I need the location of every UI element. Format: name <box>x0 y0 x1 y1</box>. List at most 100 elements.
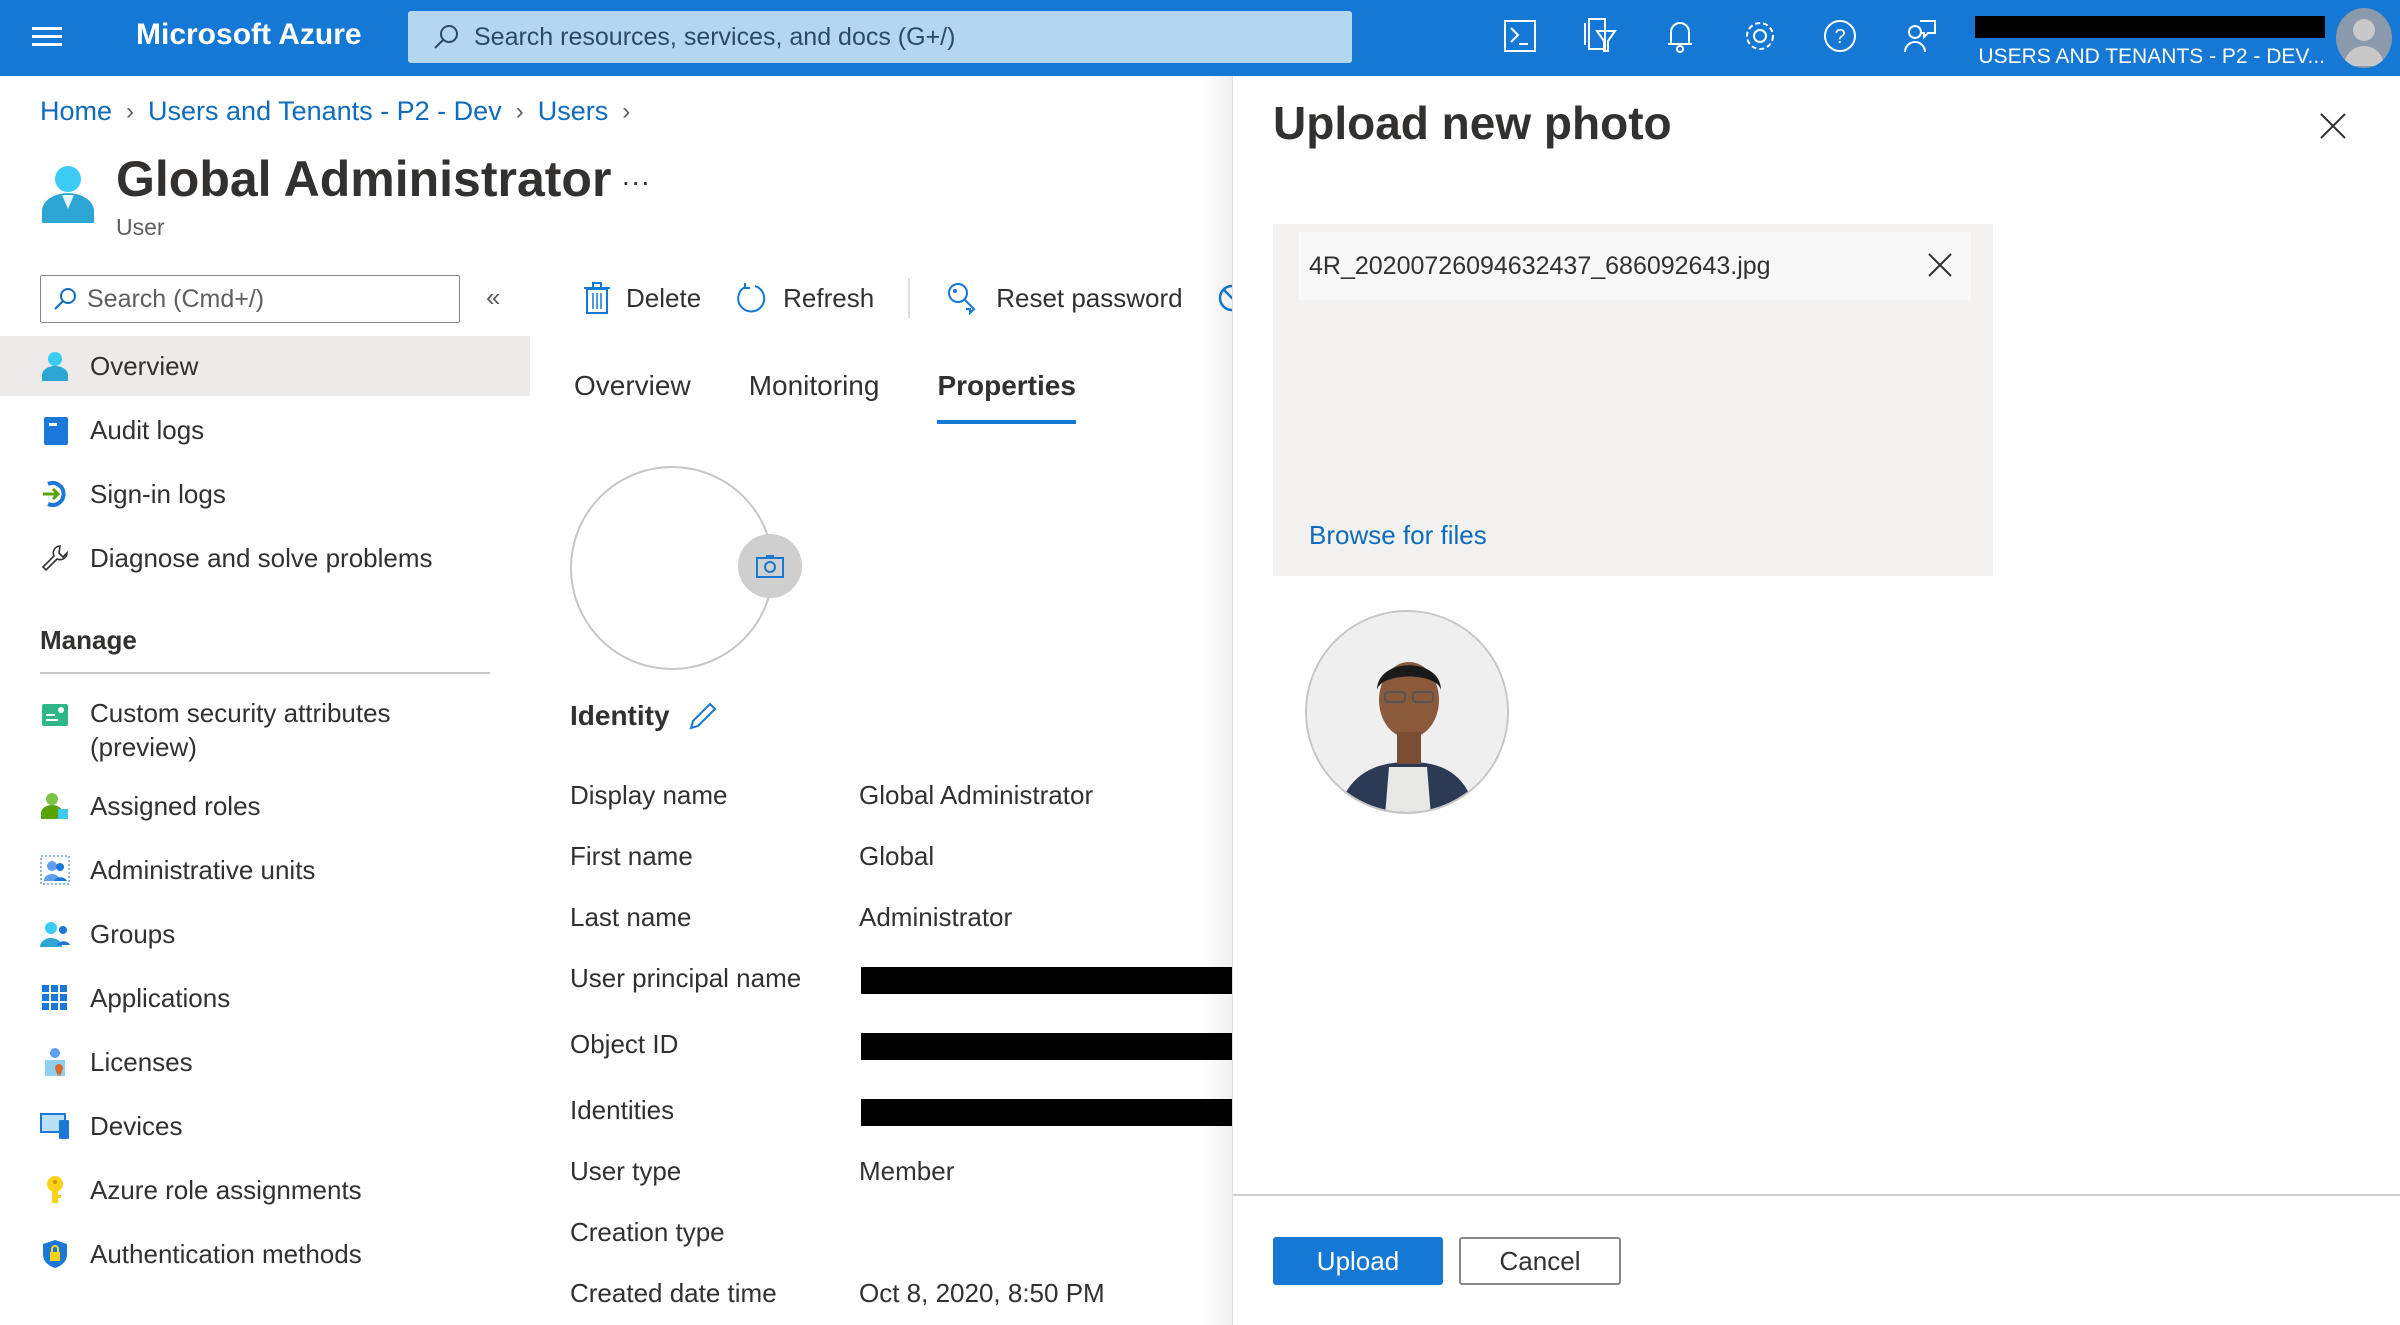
close-icon[interactable] <box>2315 108 2351 144</box>
page-title: Global Administrator <box>116 151 612 207</box>
feedback-icon[interactable] <box>1900 16 1940 56</box>
wrench-icon <box>41 545 68 572</box>
nav-item-licenses[interactable]: Licenses <box>0 1032 530 1092</box>
panel-shadow <box>1200 76 1232 1325</box>
groups-icon <box>40 922 70 947</box>
nav-item-overview[interactable]: Overview <box>0 336 530 396</box>
nav-item-groups[interactable]: Groups <box>0 904 530 964</box>
tab-properties[interactable]: Properties <box>937 370 1076 424</box>
search-icon <box>434 25 458 49</box>
property-label: First name <box>570 841 693 871</box>
upload-photo-panel: Upload new photo 4R_20200726094632437_68… <box>1232 76 2400 1325</box>
panel-title: Upload new photo <box>1273 97 1672 149</box>
photo-preview <box>1305 610 1509 814</box>
top-bar: Microsoft Azure ? USERS AND TENANTS - P2… <box>0 0 2400 76</box>
refresh-label: Refresh <box>783 282 875 313</box>
redacted-value <box>861 1099 1241 1126</box>
person-photo <box>1307 612 1507 812</box>
global-search-input[interactable] <box>474 22 1334 52</box>
property-row: Identities <box>570 1095 1241 1135</box>
toolbar-divider <box>908 278 911 318</box>
property-row: User principal name <box>570 963 1241 1003</box>
command-bar: Delete Refresh Reset password <box>584 275 1297 321</box>
nav-item-assigned-roles[interactable]: Assigned roles <box>0 776 530 836</box>
more-options-button[interactable]: ... <box>622 160 651 192</box>
property-label: Created date time <box>570 1278 777 1308</box>
menu-search[interactable] <box>40 275 460 323</box>
menu-icon[interactable] <box>32 22 62 52</box>
global-search[interactable] <box>408 11 1352 63</box>
property-row: Last name Administrator <box>570 902 1240 942</box>
reset-password-button[interactable]: Reset password <box>946 281 1183 315</box>
property-label: Display name <box>570 780 728 810</box>
nav-item-label: Overview <box>90 350 199 381</box>
property-value: Member <box>859 1156 955 1186</box>
nav-item-label: Diagnose and solve problems <box>90 542 433 573</box>
nav-item-administrative-units[interactable]: Administrative units <box>0 840 530 900</box>
applications-icon <box>42 985 67 1010</box>
nav-item-diagnose[interactable]: Diagnose and solve problems <box>0 528 530 588</box>
page-subtitle: User <box>116 214 165 240</box>
upload-button[interactable]: Upload <box>1273 1237 1443 1285</box>
licenses-icon <box>45 1048 65 1077</box>
chevron-right-icon: › <box>126 97 135 125</box>
collapse-menu-icon[interactable]: « <box>486 282 500 313</box>
cancel-button[interactable]: Cancel <box>1459 1237 1621 1285</box>
search-icon <box>54 288 76 310</box>
resource-menu: « Overview Audit logs Sign-in logs Diagn… <box>0 270 530 1325</box>
administrative-units-icon <box>40 855 70 885</box>
tab-overview[interactable]: Overview <box>574 370 691 424</box>
footer-divider <box>1233 1194 2400 1196</box>
nav-section-manage: Manage <box>40 625 137 655</box>
menu-search-input[interactable] <box>87 284 457 314</box>
identity-title: Identity <box>570 700 670 731</box>
property-row: Created date time Oct 8, 2020, 8:50 PM <box>570 1278 1240 1318</box>
chevron-right-icon: › <box>622 97 631 125</box>
nav-item-label-preview: (preview) <box>90 732 197 762</box>
account-menu[interactable]: USERS AND TENANTS - P2 - DEV... <box>1975 10 2325 70</box>
remove-file-icon[interactable] <box>1925 250 1955 280</box>
nav-item-devices[interactable]: Devices <box>0 1096 530 1156</box>
property-row: User type Member <box>570 1156 1240 1196</box>
delete-button[interactable]: Delete <box>584 282 701 314</box>
nav-item-sign-in-logs[interactable]: Sign-in logs <box>0 464 530 524</box>
nav-item-label: Authentication methods <box>90 1238 362 1269</box>
nav-item-azure-role-assignments[interactable]: Azure role assignments <box>0 1160 530 1220</box>
settings-icon[interactable] <box>1740 16 1780 56</box>
browse-files-link[interactable]: Browse for files <box>1309 520 1487 551</box>
tab-monitoring[interactable]: Monitoring <box>749 370 880 424</box>
property-value: Administrator <box>859 902 1013 932</box>
nav-item-authentication-methods[interactable]: Authentication methods <box>0 1224 530 1284</box>
property-row: Display name Global Administrator <box>570 780 1240 820</box>
brand-title[interactable]: Microsoft Azure <box>136 18 362 52</box>
breadcrumb-users[interactable]: Users <box>538 96 609 127</box>
nav-item-audit-logs[interactable]: Audit logs <box>0 400 530 460</box>
delete-label: Delete <box>626 282 702 313</box>
nav-item-label-wrap: Custom security attributes (preview) <box>90 696 391 764</box>
tenant-name: USERS AND TENANTS - P2 - DEV... <box>1978 45 2325 68</box>
breadcrumb-home[interactable]: Home <box>40 96 112 127</box>
refresh-button[interactable]: Refresh <box>735 282 874 314</box>
user-icon <box>42 166 94 223</box>
nav-item-label: Administrative units <box>90 854 316 885</box>
change-photo-button[interactable] <box>738 534 802 598</box>
help-icon[interactable]: ? <box>1820 16 1860 56</box>
nav-item-label: Audit logs <box>90 414 205 445</box>
nav-item-custom-security-attributes[interactable]: Custom security attributes (preview) <box>0 688 530 768</box>
file-drop-zone[interactable]: 4R_20200726094632437_686092643.jpg Brows… <box>1273 224 1993 576</box>
nav-item-applications[interactable]: Applications <box>0 968 530 1028</box>
directory-filter-icon[interactable] <box>1580 16 1620 56</box>
edit-pencil-icon[interactable] <box>688 701 718 731</box>
breadcrumb: Home › Users and Tenants - P2 - Dev › Us… <box>40 96 644 127</box>
chevron-right-icon: › <box>515 97 524 125</box>
notifications-icon[interactable] <box>1660 16 1700 56</box>
nav-item-label: Licenses <box>90 1046 193 1077</box>
property-row: First name Global <box>570 841 1240 881</box>
identity-heading: Identity <box>570 700 718 732</box>
property-value: Global Administrator <box>859 780 1094 810</box>
user-avatar[interactable] <box>2336 8 2392 68</box>
cloud-shell-icon[interactable] <box>1500 16 1540 56</box>
shield-lock-icon <box>43 1240 67 1268</box>
breadcrumb-tenant[interactable]: Users and Tenants - P2 - Dev <box>148 96 502 127</box>
reset-password-label: Reset password <box>996 282 1183 313</box>
